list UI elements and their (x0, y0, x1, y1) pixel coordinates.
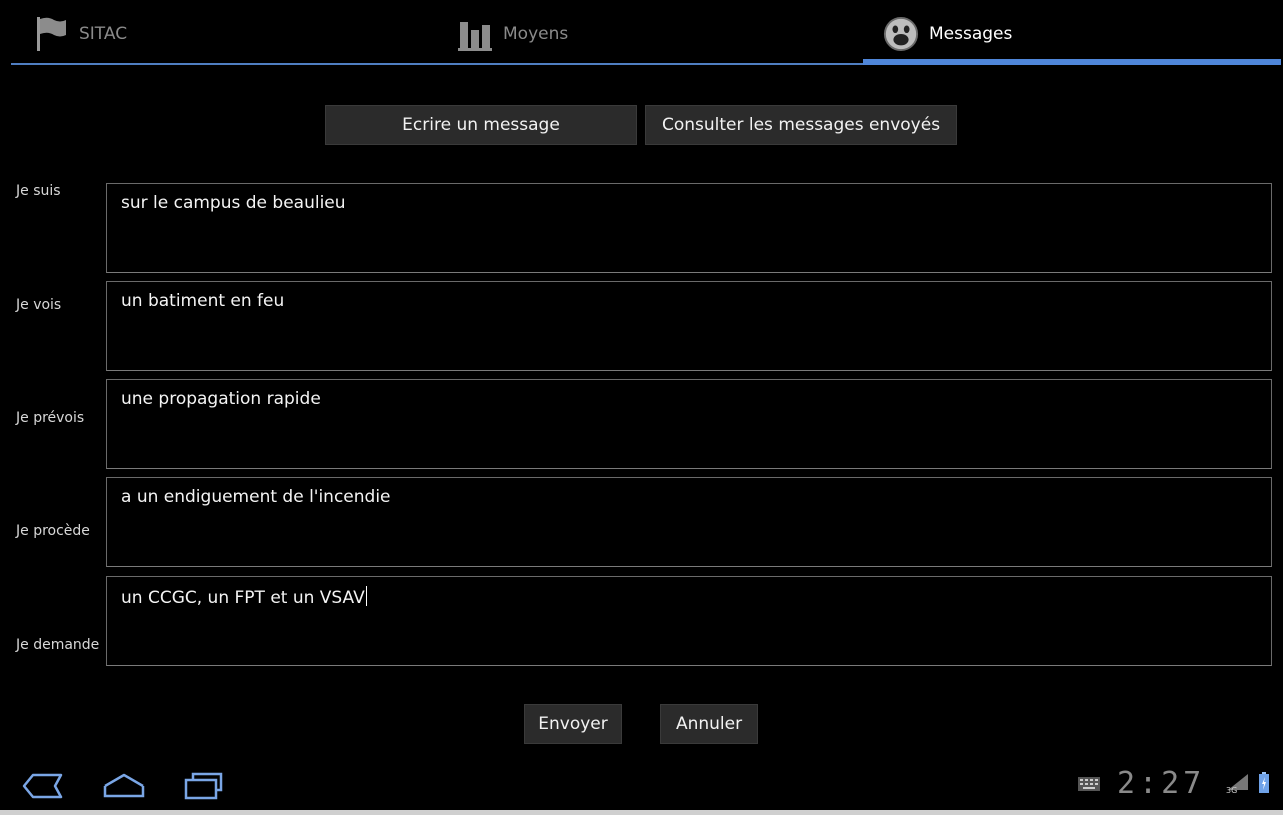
screen-bottom-edge (0, 810, 1283, 815)
tab-label: Messages (929, 24, 1013, 44)
tab-label: SITAC (79, 24, 128, 44)
tab-sitac[interactable]: SITAC (33, 0, 127, 68)
write-message-button[interactable]: Ecrire un message (325, 105, 637, 145)
tab-label: Moyens (503, 24, 569, 44)
row-label-je-suis: Je suis (16, 183, 61, 199)
je-prevois-input[interactable]: une propagation rapide (106, 379, 1272, 469)
row-label-je-procede: Je procède (16, 523, 90, 539)
keyboard-icon (1078, 776, 1100, 795)
cancel-button[interactable]: Annuler (660, 704, 758, 744)
tab-messages[interactable]: Messages (883, 0, 1012, 68)
send-button[interactable]: Envoyer (524, 704, 622, 744)
smiley-icon (883, 14, 919, 54)
network-type: 3G (1226, 786, 1237, 794)
je-vois-input[interactable]: un batiment en feu (106, 281, 1272, 371)
recent-apps-icon[interactable] (180, 768, 226, 804)
home-icon[interactable] (101, 768, 147, 804)
field-value: un batiment en feu (121, 291, 285, 311)
view-sent-messages-button[interactable]: Consulter les messages envoyés (645, 105, 957, 145)
je-demande-input[interactable]: un CCGC, un FPT et un VSAV (106, 576, 1272, 666)
back-icon[interactable] (20, 768, 66, 804)
row-label-je-demande: Je demande (16, 637, 100, 653)
tab-bar: SITAC Moyens Messages (0, 0, 1283, 68)
battery-icon (1258, 772, 1270, 798)
tab-moyens[interactable]: Moyens (457, 0, 568, 68)
row-label-je-vois: Je vois (16, 297, 62, 313)
flag-icon (33, 14, 69, 54)
system-bar: 2:27 3G (0, 760, 1283, 815)
field-value: sur le campus de beaulieu (121, 193, 346, 213)
row-label-je-prevois: Je prévois (16, 410, 85, 426)
tab-active-indicator (863, 59, 1281, 65)
field-value: une propagation rapide (121, 389, 321, 409)
clock: 2:27 (1117, 766, 1206, 801)
field-value: un CCGC, un FPT et un VSAV (121, 586, 367, 608)
text-cursor (365, 586, 367, 606)
signal-icon: 3G (1226, 772, 1250, 798)
je-procede-input[interactable]: a un endiguement de l'incendie (106, 477, 1272, 567)
je-suis-input[interactable]: sur le campus de beaulieu (106, 183, 1272, 273)
bar-chart-icon (457, 14, 493, 54)
field-value: a un endiguement de l'incendie (121, 487, 391, 507)
